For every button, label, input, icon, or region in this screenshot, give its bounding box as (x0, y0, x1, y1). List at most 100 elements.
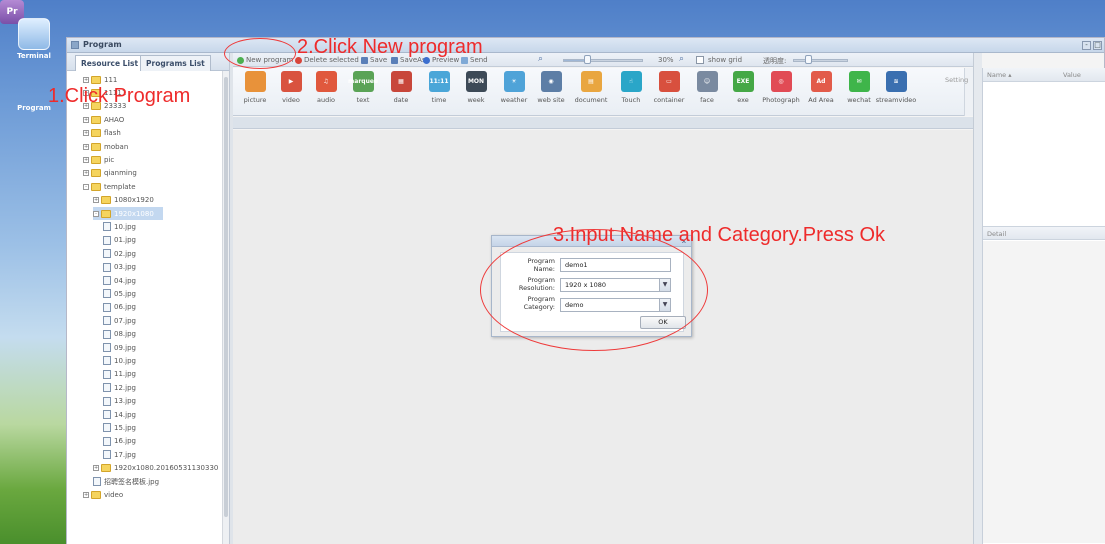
collapse-icon[interactable]: - (93, 210, 99, 217)
window-titlebar[interactable]: Program - □ (67, 38, 1104, 53)
tree-folder[interactable]: + qianming (83, 167, 137, 180)
image-file-icon (93, 477, 101, 486)
tree-item-label: 招聘签名模板.jpg (104, 477, 160, 486)
tree-file[interactable]: 14.jpg (103, 408, 136, 421)
name-column-header[interactable]: Name ▴ (987, 71, 1012, 79)
tree-folder[interactable]: + AHAO (83, 113, 124, 126)
widget-week[interactable]: MON week (458, 71, 494, 113)
value-column-header[interactable]: Value (1063, 71, 1081, 79)
tree-file[interactable]: 10.jpg (103, 354, 136, 367)
tree-item-label: 11.jpg (114, 370, 136, 379)
expand-icon[interactable]: + (83, 130, 89, 137)
expand-icon[interactable]: + (83, 76, 89, 83)
zoom-in-icon[interactable]: ⌕ (679, 54, 684, 64)
annotation-step1: 1.Click Program (48, 85, 191, 107)
tree-folder[interactable]: + moban (83, 140, 128, 153)
tree-item-label: flash (104, 129, 121, 138)
widget-document[interactable]: ▤ document (573, 71, 609, 113)
maximize-button[interactable]: □ (1093, 41, 1102, 50)
tree-item-label: 111 (104, 75, 118, 84)
widget-face[interactable]: ☺ face (689, 71, 725, 113)
widget-wechat[interactable]: ✉ wechat (841, 71, 877, 113)
tree-item-label: 17.jpg (114, 450, 136, 459)
tree-file[interactable]: 05.jpg (103, 287, 136, 300)
tree-folder[interactable]: +1920x1080.20160531130330 (93, 462, 218, 475)
tree-folder[interactable]: - 1920x1080 (93, 207, 163, 220)
zoom-slider[interactable] (563, 59, 643, 62)
panel-tabs: Resource List Programs List (67, 53, 229, 71)
tree-item-label: 02.jpg (114, 249, 136, 258)
widget-exe[interactable]: EXE exe (725, 71, 761, 113)
widget-photograph[interactable]: ◎ Photograph (762, 71, 800, 113)
minimize-button[interactable]: - (1082, 41, 1091, 50)
tree-file[interactable]: 03.jpg (103, 261, 136, 274)
widget-web-site[interactable]: ◉ web site (533, 71, 569, 113)
tree-file[interactable]: 15.jpg (103, 421, 136, 434)
terminal-icon[interactable] (18, 18, 50, 50)
tree-folder[interactable]: + video (83, 488, 123, 501)
container-icon: ▭ (658, 71, 680, 92)
widget-ad-area[interactable]: Ad Ad Area (803, 71, 839, 113)
tree-folder[interactable]: + flash (83, 127, 121, 140)
tree-item-label: 10.jpg (114, 222, 136, 231)
tab-programs-list[interactable]: Programs List (140, 55, 211, 71)
tree-scrollbar-thumb[interactable] (224, 77, 228, 517)
widget-container[interactable]: ▭ container (651, 71, 687, 113)
widget-streamvideo[interactable]: ≋ streamvideo (876, 71, 916, 113)
tree-file[interactable]: 08.jpg (103, 328, 136, 341)
widget-weather[interactable]: ☀ weather (496, 71, 532, 113)
widget-audio[interactable]: ♫ audio (308, 71, 344, 113)
opacity-slider[interactable] (793, 59, 848, 62)
tree-file[interactable]: 10.jpg (103, 220, 136, 233)
web-site-icon: ◉ (540, 71, 562, 92)
tree-file[interactable]: 招聘签名模板.jpg (93, 475, 159, 488)
document-icon: ▤ (580, 71, 602, 92)
tree-file[interactable]: 07.jpg (103, 314, 136, 327)
tree-folder[interactable]: +1080x1920 (93, 194, 154, 207)
tree-scrollbar[interactable] (222, 71, 229, 544)
expand-icon[interactable]: + (83, 491, 89, 498)
widget-video[interactable]: ▶ video (273, 71, 309, 113)
tree-folder[interactable]: - template (83, 180, 136, 193)
expand-icon[interactable]: + (93, 465, 99, 472)
widget-date[interactable]: ▦ date (383, 71, 419, 113)
folder-icon (91, 155, 101, 164)
right-splitter[interactable] (973, 53, 982, 544)
tree-folder[interactable]: + pic (83, 153, 114, 166)
show-grid-checkbox[interactable] (696, 56, 704, 64)
tree-item-label: 12.jpg (114, 383, 136, 392)
widget-touch[interactable]: ☝ Touch (613, 71, 649, 113)
widget-text[interactable]: marquee text (345, 71, 381, 113)
zoom-out-icon[interactable]: ⌕ (538, 54, 543, 64)
tree-file[interactable]: 16.jpg (103, 435, 136, 448)
widget-picture[interactable]: picture (237, 71, 273, 113)
annotation-step2: 2.Click New program (297, 36, 483, 58)
opacity-slider-thumb[interactable] (805, 55, 812, 64)
picture-icon (244, 71, 266, 92)
tab-resource-list[interactable]: Resource List (75, 55, 145, 71)
terminal-label[interactable]: Terminal (9, 52, 59, 60)
tree-file[interactable]: 12.jpg (103, 381, 136, 394)
zoom-slider-thumb[interactable] (584, 55, 591, 64)
tree-file[interactable]: 09.jpg (103, 341, 136, 354)
tree-file[interactable]: 13.jpg (103, 395, 136, 408)
tree-file[interactable]: 04.jpg (103, 274, 136, 287)
week-icon: MON (465, 71, 487, 92)
detail-title: Detail (987, 230, 1007, 238)
folder-icon (91, 182, 101, 191)
expand-icon[interactable]: + (83, 116, 89, 123)
expand-icon[interactable]: + (93, 197, 99, 204)
tree-file[interactable]: 02.jpg (103, 247, 136, 260)
tree-file[interactable]: 01.jpg (103, 234, 136, 247)
expand-icon[interactable]: + (83, 156, 89, 163)
widget-time[interactable]: 11:11 time (421, 71, 457, 113)
tree-file[interactable]: 06.jpg (103, 301, 136, 314)
expand-icon[interactable]: + (83, 170, 89, 177)
collapse-icon[interactable]: - (83, 183, 89, 190)
expand-icon[interactable]: + (83, 143, 89, 150)
tree-file[interactable]: 17.jpg (103, 448, 136, 461)
tree-file[interactable]: 11.jpg (103, 368, 136, 381)
tree-item-label: 16.jpg (114, 437, 136, 446)
setting-label[interactable]: Setting (945, 76, 968, 84)
image-file-icon (103, 289, 111, 299)
